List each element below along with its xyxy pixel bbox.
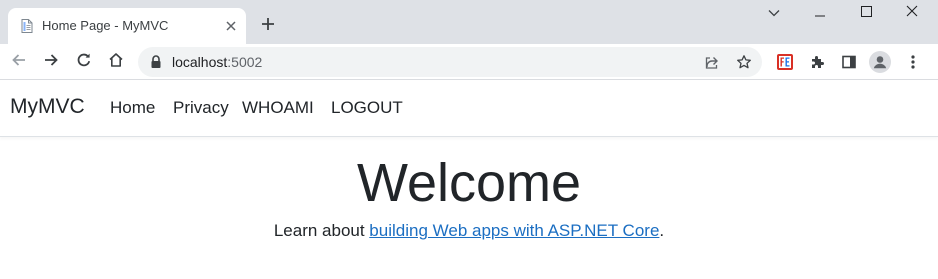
profile-icon[interactable]	[868, 50, 892, 74]
chevron-down-icon	[768, 4, 780, 22]
browser-toolbar: localhost:5002	[0, 44, 938, 80]
home-button[interactable]	[104, 50, 128, 74]
close-icon	[906, 4, 918, 22]
url-text[interactable]: localhost:5002	[172, 54, 262, 70]
lead-suffix: .	[659, 221, 665, 240]
new-tab-button[interactable]	[256, 14, 280, 38]
lead-paragraph: Learn about building Web apps with ASP.N…	[0, 221, 938, 241]
url-port: :5002	[227, 54, 263, 70]
kebab-menu-icon[interactable]	[901, 50, 925, 74]
minimize-icon	[814, 4, 826, 22]
tab-active[interactable]: Home Page - MyMVC	[8, 8, 246, 44]
tab-title: Home Page - MyMVC	[42, 18, 169, 33]
close-icon[interactable]	[223, 18, 239, 34]
star-icon[interactable]	[732, 50, 756, 74]
page-icon	[19, 18, 35, 34]
minimize-button[interactable]	[797, 0, 843, 26]
share-icon[interactable]	[700, 50, 724, 74]
site-brand-link[interactable]: MyMVC	[10, 95, 85, 119]
address-bar[interactable]: localhost:5002	[138, 47, 762, 77]
browser-window: Home Page - MyMVC localhost:5002 MyMVC H…	[0, 0, 938, 279]
reload-button[interactable]	[72, 50, 96, 74]
plus-icon	[261, 17, 275, 36]
sidepanel-icon[interactable]	[837, 50, 861, 74]
tab-search-button[interactable]	[751, 0, 797, 26]
aspnet-docs-link[interactable]: building Web apps with ASP.NET Core	[369, 221, 659, 240]
site-navbar: MyMVC Home Privacy WHOAMI LOGOUT	[0, 81, 938, 137]
forward-button[interactable]	[39, 50, 63, 74]
url-host: localhost	[172, 54, 228, 70]
reload-icon	[76, 52, 92, 73]
window-close-button[interactable]	[889, 0, 935, 26]
tab-strip: Home Page - MyMVC	[0, 0, 938, 44]
back-button[interactable]	[7, 50, 31, 74]
page-title: Welcome	[356, 153, 582, 213]
nav-privacy-link[interactable]: Privacy	[173, 98, 229, 118]
nav-whoami-link[interactable]: WHOAMI	[242, 98, 314, 118]
lock-icon[interactable]	[149, 54, 163, 70]
puzzle-icon[interactable]	[805, 50, 829, 74]
nav-logout-link[interactable]: LOGOUT	[331, 98, 403, 118]
maximize-button[interactable]	[843, 0, 889, 26]
arrow-left-icon	[11, 52, 27, 73]
home-icon	[108, 52, 124, 73]
nav-home-link[interactable]: Home	[110, 98, 155, 118]
arrow-right-icon	[43, 52, 59, 73]
lead-prefix: Learn about	[273, 221, 370, 240]
maximize-icon	[860, 4, 872, 22]
fe-extension-icon[interactable]	[773, 50, 797, 74]
